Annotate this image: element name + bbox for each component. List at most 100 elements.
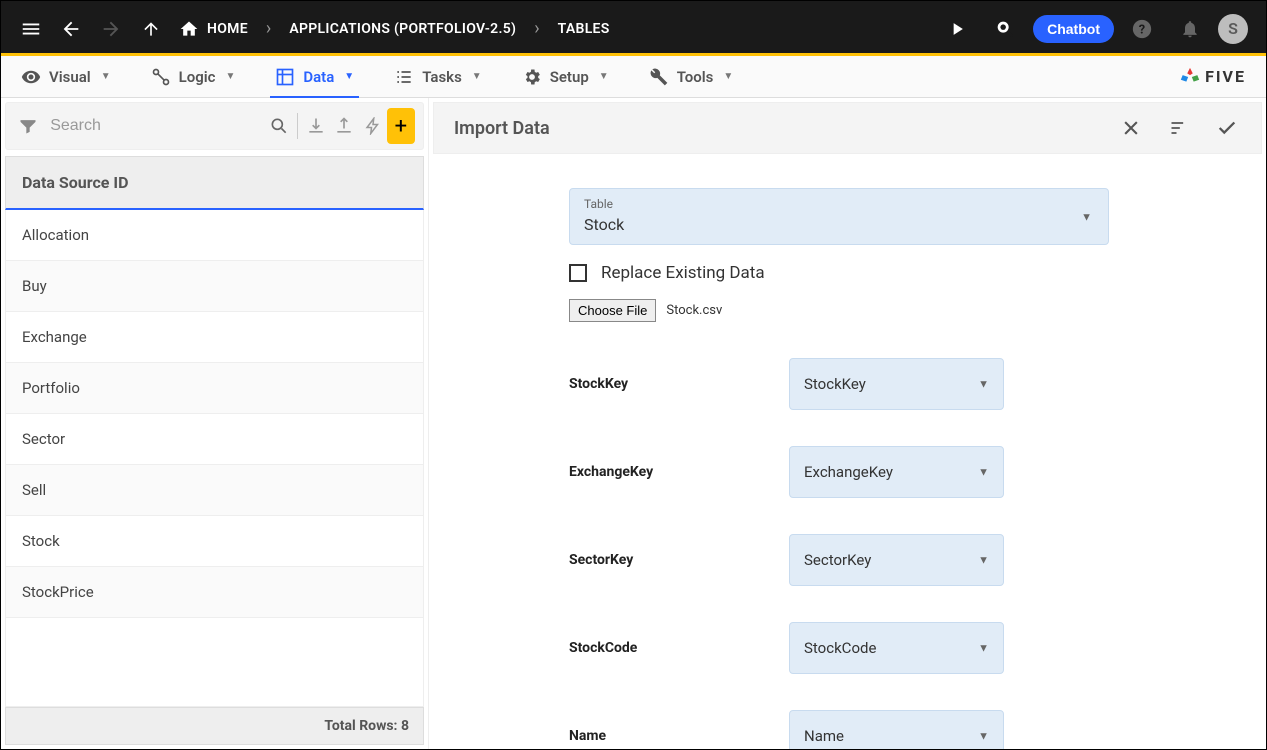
list-item[interactable]: Portfolio [6, 363, 423, 414]
map-select-value: StockCode [804, 639, 876, 657]
list-body: Allocation Buy Exchange Portfolio Sector… [5, 210, 424, 707]
search-top-icon[interactable] [985, 9, 1025, 49]
bell-icon[interactable] [1170, 9, 1210, 49]
crumb-home-label: HOME [207, 21, 248, 37]
play-icon[interactable] [937, 9, 977, 49]
chevron-down-icon: ▼ [978, 642, 989, 655]
tab-visual[interactable]: Visual▼ [21, 56, 111, 97]
brand-logo: FIVE [1179, 66, 1246, 88]
replace-row: Replace Existing Data [569, 263, 1156, 283]
form-area: Table Stock ▼ Replace Existing Data Choo… [429, 158, 1266, 749]
chevron-down-icon: ▼ [978, 554, 989, 567]
crumb-app[interactable]: APPLICATIONS (PORTFOLIOV-2.5) [289, 21, 516, 37]
toolbar: Visual▼ Logic▼ Data▼ Tasks▼ Setup▼ Tools… [1, 56, 1266, 98]
tab-setup-label: Setup [550, 68, 589, 86]
svg-text:?: ? [1139, 22, 1145, 37]
list-item[interactable]: Stock [6, 516, 423, 567]
list-item[interactable]: Buy [6, 261, 423, 312]
file-name: Stock.csv [666, 303, 722, 318]
list-footer: Total Rows: 8 [5, 707, 424, 745]
tab-tasks[interactable]: Tasks▼ [394, 56, 482, 97]
map-label: SectorKey [569, 552, 789, 568]
search-row: + [5, 102, 424, 150]
map-row: Name Name ▼ [569, 710, 1156, 749]
map-select[interactable]: StockKey ▼ [789, 358, 1004, 410]
chevron-down-icon: ▼ [1081, 210, 1092, 223]
tab-setup[interactable]: Setup▼ [522, 56, 609, 97]
content-header: Import Data [433, 102, 1262, 154]
export-icon[interactable] [330, 108, 358, 144]
tab-data[interactable]: Data▼ [275, 56, 354, 97]
map-label: StockKey [569, 376, 789, 392]
add-button[interactable]: + [387, 108, 415, 144]
topbar-right: Chatbot ? S [937, 9, 1248, 49]
replace-checkbox[interactable] [569, 264, 587, 282]
crumb-home[interactable]: HOME [179, 19, 248, 39]
sidebar: + Data Source ID Allocation Buy Exchange… [1, 98, 428, 749]
replace-label: Replace Existing Data [601, 263, 765, 283]
map-label: Name [569, 728, 789, 744]
table-select-label: Table [584, 197, 1094, 211]
list-item[interactable]: StockPrice [6, 567, 423, 618]
map-select[interactable]: StockCode ▼ [789, 622, 1004, 674]
tab-data-label: Data [303, 68, 334, 86]
bolt-icon[interactable] [359, 108, 387, 144]
back-icon[interactable] [51, 9, 91, 49]
tab-tools-label: Tools [677, 68, 714, 86]
filter-icon[interactable] [14, 108, 42, 144]
crumb-page[interactable]: TABLES [558, 21, 610, 37]
map-row: StockKey StockKey ▼ [569, 358, 1156, 410]
map-row: SectorKey SectorKey ▼ [569, 534, 1156, 586]
file-row: Choose File Stock.csv [569, 299, 1156, 322]
map-select-value: Name [804, 727, 844, 745]
tab-tools[interactable]: Tools▼ [649, 56, 734, 97]
tab-visual-label: Visual [49, 68, 91, 86]
brand-label: FIVE [1205, 67, 1246, 86]
help-icon[interactable]: ? [1122, 9, 1162, 49]
map-select[interactable]: Name ▼ [789, 710, 1004, 749]
map-label: StockCode [569, 640, 789, 656]
tab-logic-label: Logic [179, 68, 216, 86]
header-actions [1117, 114, 1241, 142]
content: Import Data Table Stock ▼ [428, 98, 1266, 749]
map-select[interactable]: ExchangeKey ▼ [789, 446, 1004, 498]
table-select[interactable]: Table Stock ▼ [569, 188, 1109, 245]
divider [297, 113, 298, 139]
list-item[interactable]: Sector [6, 414, 423, 465]
forward-icon [91, 9, 131, 49]
map-label: ExchangeKey [569, 464, 789, 480]
page-title: Import Data [454, 118, 550, 139]
sort-icon[interactable] [1165, 114, 1193, 142]
list-item[interactable]: Allocation [6, 210, 423, 261]
chevron-down-icon: ▼ [978, 378, 989, 391]
tab-logic[interactable]: Logic▼ [151, 56, 236, 97]
table-select-value: Stock [584, 215, 1094, 234]
topbar: HOME › APPLICATIONS (PORTFOLIOV-2.5) › T… [1, 1, 1266, 56]
chevron-down-icon: ▼ [978, 730, 989, 743]
map-row: ExchangeKey ExchangeKey ▼ [569, 446, 1156, 498]
choose-file-button[interactable]: Choose File [569, 299, 656, 322]
search-icon[interactable] [265, 108, 293, 144]
list-item[interactable]: Sell [6, 465, 423, 516]
map-select[interactable]: SectorKey ▼ [789, 534, 1004, 586]
map-select-value: StockKey [804, 375, 866, 393]
avatar[interactable]: S [1218, 14, 1248, 44]
chevron-right-icon: › [258, 18, 279, 39]
chevron-right-icon: › [526, 18, 547, 39]
breadcrumb: HOME › APPLICATIONS (PORTFOLIOV-2.5) › T… [179, 18, 610, 39]
menu-icon[interactable] [11, 9, 51, 49]
chatbot-button[interactable]: Chatbot [1033, 15, 1114, 43]
list-header: Data Source ID [5, 156, 424, 210]
list-item[interactable]: Exchange [6, 312, 423, 363]
map-select-value: SectorKey [804, 551, 871, 569]
map-select-value: ExchangeKey [804, 463, 893, 481]
search-input[interactable] [42, 117, 265, 135]
map-row: StockCode StockCode ▼ [569, 622, 1156, 674]
main: + Data Source ID Allocation Buy Exchange… [1, 98, 1266, 749]
import-icon[interactable] [302, 108, 330, 144]
chevron-down-icon: ▼ [978, 466, 989, 479]
tab-tasks-label: Tasks [422, 68, 462, 86]
up-icon[interactable] [131, 9, 171, 49]
close-icon[interactable] [1117, 114, 1145, 142]
confirm-icon[interactable] [1213, 114, 1241, 142]
